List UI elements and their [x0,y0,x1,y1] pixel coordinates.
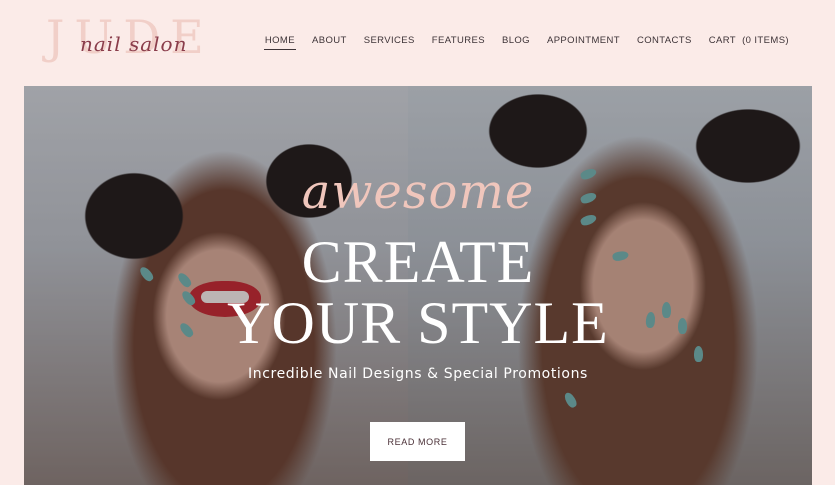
hero-subtitle: Incredible Nail Designs & Special Promot… [248,366,588,382]
cart-label: CART [708,35,737,46]
nav-home[interactable]: HOME [263,35,297,50]
nav-contacts[interactable]: CONTACTS [637,35,692,46]
main-nav: HOME ABOUT SERVICES FEATURES BLOG APPOIN… [248,35,789,50]
site-logo[interactable]: JUDE nail salon [46,14,236,68]
headline-line-1: CREATE [301,229,535,295]
cart-count: (0 ITEMS) [742,35,789,46]
nav-cart[interactable]: CART (0 ITEMS) [709,35,789,46]
logo-tagline: nail salon [80,32,188,56]
hero-banner: awesome CREATE YOUR STYLE Incredible Nai… [24,86,812,485]
nav-blog[interactable]: BLOG [502,35,530,46]
hero-tagline: awesome [301,164,535,220]
headline-line-2: YOUR STYLE [227,290,609,356]
nav-services[interactable]: SERVICES [364,35,415,46]
nav-appointment[interactable]: APPOINTMENT [547,35,620,46]
nav-about[interactable]: ABOUT [312,35,347,46]
read-more-button[interactable]: READ MORE [370,422,465,461]
nav-features[interactable]: FEATURES [432,35,485,46]
hero-headline: CREATE YOUR STYLE [24,232,812,354]
